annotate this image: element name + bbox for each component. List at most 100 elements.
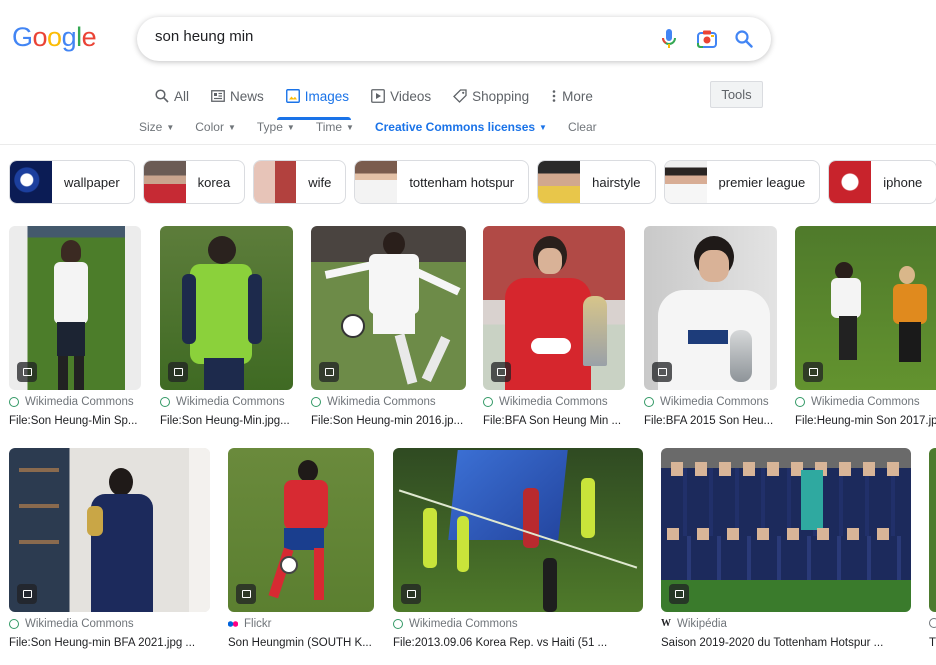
filter-type[interactable]: Type ▼ — [257, 120, 295, 134]
result-title[interactable]: File:Son Heung-Min.jpg... — [160, 415, 293, 427]
wikimedia-icon — [9, 619, 19, 629]
chip-thumbnail — [10, 161, 52, 203]
image-result[interactable]: T — [929, 448, 936, 649]
image-result[interactable]: Wikimedia Commons File:BFA Son Heung Min… — [483, 226, 625, 427]
result-title[interactable]: File:Son Heung-min 2016.jp... — [311, 415, 466, 427]
chip-korea[interactable]: korea — [142, 160, 246, 204]
result-source[interactable]: Flickr — [228, 618, 271, 630]
filter-clear[interactable]: Clear — [568, 120, 597, 134]
tab-videos[interactable]: Videos — [371, 86, 431, 106]
image-result[interactable]: Flickr Son Heungmin (SOUTH K... — [228, 448, 374, 649]
result-thumbnail — [9, 448, 210, 612]
image-badge-icon — [491, 362, 511, 382]
chip-hairstyle[interactable]: hairstyle — [537, 160, 656, 204]
tab-more[interactable]: More — [551, 86, 593, 106]
divider — [0, 144, 936, 145]
result-title[interactable]: File:2013.09.06 Korea Rep. vs Haiti (51 … — [393, 637, 643, 649]
chip-wife[interactable]: wife — [253, 160, 347, 204]
image-result[interactable]: Wikimedia Commons File:Son Heung-min 201… — [311, 226, 466, 427]
search-icon — [155, 89, 169, 103]
result-source[interactable]: Wikimedia Commons — [311, 396, 436, 408]
more-icon — [552, 90, 556, 102]
result-title[interactable]: File:Son Heung-min BFA 2021.jpg ... — [9, 637, 210, 649]
tab-images[interactable]: Images — [285, 86, 349, 106]
tab-news[interactable]: News — [211, 86, 264, 106]
image-result[interactable]: Wikimedia Commons File:BFA 2015 Son Heu.… — [644, 226, 777, 427]
image-result[interactable]: Wikimedia Commons File:Son Heung-Min.jpg… — [160, 226, 293, 427]
image-badge-icon — [652, 362, 672, 382]
logo-letter: o — [32, 22, 48, 52]
filter-size[interactable]: Size ▼ — [139, 120, 174, 134]
result-title[interactable]: File:Son Heung-Min Sp... — [9, 415, 141, 427]
result-source[interactable]: Wikimedia Commons — [393, 618, 518, 630]
tab-all[interactable]: All — [155, 86, 189, 106]
filter-label: Size — [139, 120, 163, 134]
chip-label: premier league — [718, 174, 806, 190]
source-name: Wikimedia Commons — [176, 396, 285, 408]
chip-premier-league[interactable]: premier league — [663, 160, 821, 204]
chip-thumbnail — [143, 161, 186, 203]
chip-iphone[interactable]: iphone — [828, 160, 936, 204]
search-box — [137, 17, 771, 61]
result-source[interactable]: Wikimedia Commons — [644, 396, 769, 408]
result-title[interactable]: File:BFA 2015 Son Heu... — [644, 415, 777, 427]
source-name: Flickr — [244, 618, 272, 630]
image-result[interactable]: Wikimedia Commons File:2013.09.06 Korea … — [393, 448, 643, 649]
result-title[interactable]: T — [929, 637, 936, 649]
tab-label: More — [562, 88, 593, 104]
filter-label: Time — [315, 120, 343, 134]
microphone-icon[interactable] — [657, 27, 681, 51]
result-title[interactable]: Son Heungmin (SOUTH K... — [228, 637, 374, 649]
image-result[interactable]: W Wikipédia Saison 2019-2020 du Tottenham… — [661, 448, 911, 649]
google-logo[interactable]: Google — [12, 22, 97, 53]
image-badge-icon — [236, 584, 256, 604]
image-badge-icon — [168, 362, 188, 382]
result-source[interactable] — [929, 618, 936, 628]
chip-thumbnail — [355, 161, 398, 203]
filter-time[interactable]: Time ▼ — [316, 120, 354, 134]
result-title[interactable]: Saison 2019-2020 du Tottenham Hotspur ..… — [661, 637, 911, 649]
result-title[interactable]: File:BFA Son Heung Min ... — [483, 415, 625, 427]
result-thumbnail — [929, 448, 936, 612]
result-thumbnail — [795, 226, 936, 390]
result-source[interactable]: Wikimedia Commons — [160, 396, 285, 408]
image-result[interactable]: Wikimedia Commons File:Son Heung-Min Sp.… — [9, 226, 141, 427]
source-name: Wikimedia Commons — [811, 396, 920, 408]
result-thumbnail — [483, 226, 625, 390]
chip-thumbnail — [254, 161, 297, 203]
image-result[interactable]: Wikimedia Commons File:Son Heung-min BFA… — [9, 448, 210, 649]
chip-thumbnail — [829, 161, 872, 203]
chip-label: wife — [308, 174, 332, 190]
result-source[interactable]: W Wikipédia — [661, 618, 727, 630]
result-thumbnail — [9, 226, 141, 390]
filter-usage-rights[interactable]: Creative Commons licenses ▼ — [375, 120, 547, 134]
filter-label: Clear — [567, 120, 597, 134]
search-tabs: All News Images Videos Shopping More — [155, 86, 615, 106]
caret-down-icon: ▼ — [286, 122, 295, 132]
wikimedia-icon — [795, 397, 805, 407]
image-result[interactable]: Wikimedia Commons File:Heung-min Son 201… — [795, 226, 936, 427]
result-source[interactable]: Wikimedia Commons — [795, 396, 920, 408]
result-source[interactable]: Wikimedia Commons — [483, 396, 608, 408]
chip-label: iphone — [883, 174, 923, 190]
result-title[interactable]: File:Heung-min Son 2017.jp... — [795, 415, 936, 427]
tab-shopping[interactable]: Shopping — [453, 86, 529, 106]
camera-icon[interactable] — [695, 27, 719, 51]
search-icon[interactable] — [732, 27, 756, 51]
news-icon — [211, 90, 225, 102]
image-badge-icon — [17, 584, 37, 604]
chip-label: tottenham hotspur — [409, 174, 515, 190]
chip-tottenham-hotspur[interactable]: tottenham hotspur — [354, 160, 530, 204]
tools-button[interactable]: Tools — [710, 81, 763, 108]
image-badge-icon — [669, 584, 689, 604]
result-source[interactable]: Wikimedia Commons — [9, 618, 134, 630]
source-name: Wikimedia Commons — [25, 396, 134, 408]
result-source[interactable]: Wikimedia Commons — [9, 396, 134, 408]
result-thumbnail — [393, 448, 643, 612]
filter-color[interactable]: Color ▼ — [195, 120, 236, 134]
wikipedia-icon: W — [661, 618, 671, 629]
chip-wallpaper[interactable]: wallpaper — [9, 160, 135, 204]
caret-down-icon: ▼ — [227, 122, 236, 132]
source-name: Wikimedia Commons — [409, 618, 518, 630]
search-input[interactable] — [155, 28, 635, 45]
